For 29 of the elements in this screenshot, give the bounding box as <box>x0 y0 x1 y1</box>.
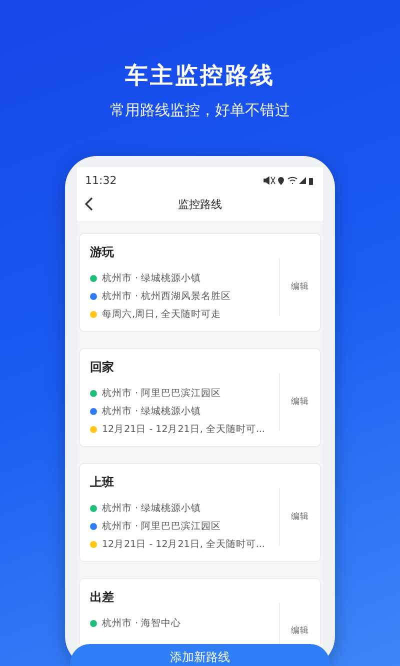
subtitle: 常用路线监控，好单不错过 <box>110 101 290 120</box>
edit-link[interactable]: 编辑 <box>291 396 309 408</box>
edit-link[interactable]: 编辑 <box>291 625 309 637</box>
route-card[interactable]: 出差 杭州市 · 海智中心 编辑 <box>79 578 321 644</box>
route-detail: 杭州市 · 阿里巴巴滨江园区 <box>102 387 222 400</box>
route-detail: 每周六,周日, 全天随时可走 <box>102 308 222 321</box>
route-detail: 杭州市 · 绿城桃源小镇 <box>102 272 202 285</box>
route-name: 游玩 <box>90 244 115 261</box>
status-icons-drawing <box>263 176 315 184</box>
route-detail: 12月21日 - 12月21日, 全天随时可... <box>102 538 265 551</box>
route-name: 回家 <box>90 359 115 376</box>
route-card[interactable]: 上班 杭州市 · 绿城桃源小镇 杭州市 · 阿里巴巴滨江园区 12月21日 - 12月21日, 全天随时可... 编辑 <box>79 463 321 562</box>
edit-link[interactable]: 编辑 <box>291 281 309 293</box>
route-detail: 杭州市 · 杭州西湖风景名胜区 <box>102 290 232 303</box>
route-card[interactable]: 游玩 杭州市 · 绿城桃源小镇 杭州市 · 杭州西湖风景名胜区 每周六,周日, 全天随时可走 编辑 <box>79 233 321 332</box>
route-detail: 12月21日 - 12月21日, 全天随时可... <box>102 423 265 436</box>
route-detail: 杭州市 · 绿城桃源小镇 <box>102 502 202 515</box>
edit-link[interactable]: 编辑 <box>291 511 309 523</box>
route-detail: 杭州市 · 绿城桃源小镇 <box>102 405 202 418</box>
route-name: 上班 <box>90 474 115 491</box>
route-card[interactable]: 回家 杭州市 · 阿里巴巴滨江园区 杭州市 · 绿城桃源小镇 12月21日 - 12月21日, 全天随时可... 编辑 <box>79 348 321 447</box>
route-detail: 杭州市 · 海智中心 <box>102 617 182 630</box>
back-icon[interactable] <box>85 197 93 211</box>
headline: 车主监控路线 <box>125 62 275 91</box>
route-detail: 杭州市 · 阿里巴巴滨江园区 <box>102 520 222 533</box>
add-route-button[interactable]: 添加新路线 <box>70 644 330 666</box>
screen-title: 监控路线 <box>178 196 222 212</box>
status-time: 11:32 <box>85 174 117 186</box>
route-name: 出差 <box>90 589 115 606</box>
